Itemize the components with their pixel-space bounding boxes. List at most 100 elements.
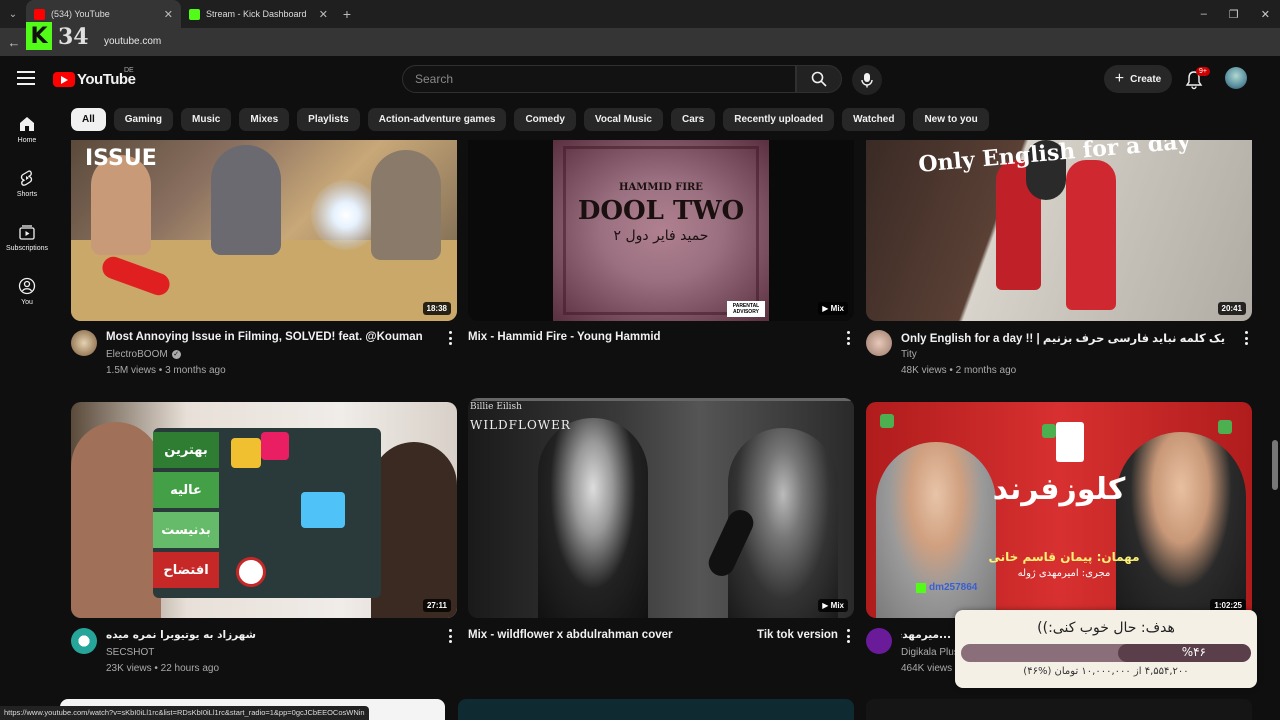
tier-item bbox=[231, 438, 261, 468]
notification-count-badge: 9+ bbox=[1196, 67, 1210, 76]
tier-item bbox=[236, 557, 266, 587]
next-row-thumbnail[interactable] bbox=[458, 699, 854, 720]
minimize-icon[interactable]: – bbox=[1201, 8, 1207, 20]
thumbnail-artist-text: Billie Eilish bbox=[470, 402, 522, 412]
video-title[interactable]: Most Annoying Issue in Filming, SOLVED! … bbox=[106, 331, 423, 343]
search-input[interactable]: Search bbox=[402, 65, 796, 93]
sidebar-item-you[interactable]: You bbox=[0, 264, 54, 318]
chip-action-adventure[interactable]: Action-adventure games bbox=[367, 108, 507, 131]
duration-badge: 27:11 bbox=[422, 599, 451, 612]
video-thumbnail-only-english[interactable]: Only English for a day 20:41 bbox=[866, 140, 1252, 321]
sidebar-item-shorts[interactable]: Shorts bbox=[0, 156, 54, 210]
chip-cars[interactable]: Cars bbox=[670, 108, 716, 131]
tab-search-dropdown[interactable]: ⌄ bbox=[0, 0, 26, 28]
restore-icon[interactable]: ❐ bbox=[1229, 8, 1239, 21]
video-title-extra[interactable]: Tik tok version bbox=[757, 629, 838, 641]
account-avatar[interactable] bbox=[1225, 67, 1247, 89]
chip-new-to-you[interactable]: New to you bbox=[913, 108, 989, 131]
kick-favicon-icon bbox=[189, 8, 200, 20]
shorts-icon bbox=[20, 169, 33, 186]
chip-watched[interactable]: Watched bbox=[842, 108, 906, 131]
video-title[interactable]: Only English for a day !! | یک کلمه نبای… bbox=[901, 331, 1225, 345]
channel-avatar[interactable] bbox=[866, 330, 892, 356]
video-thumbnail-secshot[interactable]: بهترین عالیه بدنیست افتضاح 27:11 bbox=[71, 402, 457, 618]
channel-name[interactable]: Tity bbox=[901, 349, 917, 360]
tier-label-2: عالیه bbox=[153, 472, 219, 508]
channel-avatar[interactable] bbox=[866, 628, 892, 654]
thumbnail-person bbox=[538, 418, 648, 618]
thumbnail-person bbox=[71, 422, 161, 618]
search-button[interactable] bbox=[796, 65, 842, 93]
video-title[interactable]: شهرزاد به یوتیوبرا نمره میده bbox=[106, 629, 256, 641]
close-tab-icon[interactable]: ✕ bbox=[164, 8, 173, 21]
window-controls: – ❐ ✕ bbox=[1201, 0, 1270, 28]
chip-vocal-music[interactable]: Vocal Music bbox=[583, 108, 663, 131]
tier-label-1: بهترین bbox=[153, 432, 219, 468]
video-thumbnail-hammid-fire[interactable]: HAMMID FIRE DOOL TWO حمید فایر دول ۲ PAR… bbox=[468, 140, 854, 321]
tier-item bbox=[301, 492, 345, 528]
more-actions-icon[interactable] bbox=[1244, 331, 1248, 345]
video-thumbnail-closefriend[interactable]: کلوزفرند مهمان: پیمان قاسم خانی مجری: ام… bbox=[866, 402, 1252, 618]
sidebar-item-subscriptions[interactable]: Subscriptions bbox=[0, 210, 54, 264]
address-bar: ← ⌕ ⧉ ☆ ▣ ✚ ≡ S ⋮ bbox=[0, 28, 1280, 77]
kick-username-text: dm257864 bbox=[929, 582, 978, 593]
youtube-header: YouTube DE Search + Create 9+ bbox=[0, 56, 1280, 102]
chip-comedy[interactable]: Comedy bbox=[514, 108, 576, 131]
create-button[interactable]: + Create bbox=[1104, 65, 1172, 93]
mix-label: Mix bbox=[830, 601, 844, 610]
channel-avatar[interactable] bbox=[71, 628, 97, 654]
duration-badge: 20:41 bbox=[1217, 302, 1246, 315]
video-title[interactable]: ...میرمهدی ژوله bbox=[901, 629, 951, 641]
microphone-icon bbox=[861, 73, 873, 88]
chip-music[interactable]: Music bbox=[181, 108, 232, 131]
video-thumbnail-wildflower[interactable]: Billie Eilish WILDFLOWER ▶ Mix bbox=[468, 398, 854, 618]
you-icon bbox=[18, 277, 36, 294]
chip-all[interactable]: All bbox=[71, 108, 106, 131]
channel-avatar[interactable] bbox=[71, 330, 97, 356]
close-window-icon[interactable]: ✕ bbox=[1261, 8, 1270, 21]
menu-hamburger-icon[interactable] bbox=[17, 71, 35, 85]
filter-chips-bar: All Gaming Music Mixes Playlists Action-… bbox=[71, 108, 989, 132]
more-actions-icon[interactable] bbox=[448, 629, 452, 643]
thumbnail-person bbox=[1066, 160, 1116, 310]
chip-mixes[interactable]: Mixes bbox=[239, 108, 290, 131]
youtube-play-icon bbox=[53, 72, 75, 87]
video-stats: 48K views • 2 months ago bbox=[901, 365, 1017, 376]
channel-name[interactable]: Digikala Plus bbox=[901, 647, 959, 658]
search-placeholder: Search bbox=[415, 72, 454, 86]
video-title[interactable]: Mix - wildflower x abdulrahman cover bbox=[468, 629, 673, 641]
tier-label-3: بدنیست bbox=[153, 512, 219, 548]
youtube-favicon-icon bbox=[34, 8, 45, 20]
home-icon bbox=[20, 116, 34, 131]
channel-name[interactable]: ElectroBOOM ✓ bbox=[106, 349, 181, 360]
tab-kick[interactable]: Stream - Kick Dashboard ✕ bbox=[181, 0, 336, 28]
sidebar-label: Subscriptions bbox=[5, 244, 49, 252]
chip-playlists[interactable]: Playlists bbox=[297, 108, 360, 131]
thumbnail-guest-text: مهمان: پیمان قاسم خانی bbox=[988, 550, 1140, 564]
subscriptions-icon bbox=[19, 224, 35, 240]
url-text[interactable]: youtube.com bbox=[104, 36, 161, 47]
voice-search-button[interactable] bbox=[852, 65, 882, 95]
video-thumbnail-electroboom[interactable]: ISSUE 18:38 bbox=[71, 140, 457, 321]
album-cover: HAMMID FIRE DOOL TWO حمید فایر دول ۲ PAR… bbox=[553, 140, 769, 321]
chip-recently-uploaded[interactable]: Recently uploaded bbox=[723, 108, 835, 131]
video-stats: 1.5M views • 3 months ago bbox=[106, 365, 226, 376]
back-arrow-icon[interactable]: ← bbox=[0, 35, 28, 50]
thumbnail-person bbox=[371, 150, 441, 260]
browser-tab-bar: ⌄ (534) YouTube ✕ Stream - Kick Dashboar… bbox=[0, 0, 1280, 28]
close-tab-icon[interactable]: ✕ bbox=[319, 8, 328, 21]
mix-icon: ▶ bbox=[822, 601, 831, 610]
video-title[interactable]: Mix - Hammid Fire - Young Hammid bbox=[468, 331, 661, 343]
new-tab-button[interactable]: + bbox=[336, 6, 358, 22]
more-actions-icon[interactable] bbox=[448, 331, 452, 345]
more-actions-icon[interactable] bbox=[846, 331, 850, 345]
goal-progress-bar: %۴۶ bbox=[961, 644, 1251, 662]
next-row-thumbnail[interactable] bbox=[866, 699, 1252, 720]
channel-name[interactable]: SECSHOT bbox=[106, 647, 154, 658]
sidebar-item-home[interactable]: Home bbox=[0, 102, 54, 156]
page-scrollbar[interactable] bbox=[1272, 440, 1278, 490]
more-actions-icon[interactable] bbox=[846, 629, 850, 643]
thumbnail-host-text: مجری: امیرمهدی ژوله bbox=[1017, 568, 1111, 579]
chip-gaming[interactable]: Gaming bbox=[113, 108, 174, 131]
tab-title: Stream - Kick Dashboard bbox=[206, 9, 307, 19]
